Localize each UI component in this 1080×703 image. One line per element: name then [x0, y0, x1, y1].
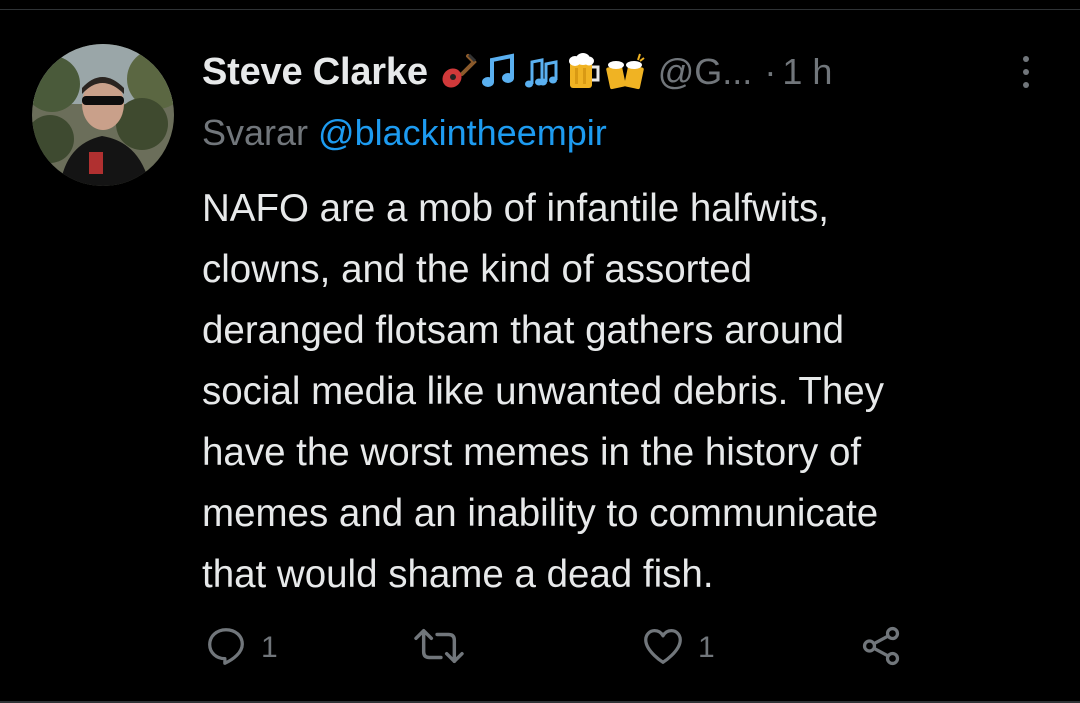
retweet-icon: [412, 623, 466, 674]
name-emojis: [438, 52, 646, 92]
top-divider: [0, 9, 1080, 10]
like-count: 1: [698, 631, 715, 664]
music-notes-icon: [480, 52, 520, 92]
text-line: clowns, and the kind of assorted: [202, 248, 753, 291]
clinking-beers-icon: [606, 52, 646, 92]
text-line: that would shame a dead fish.: [202, 553, 714, 596]
author-handle[interactable]: @G...: [658, 51, 753, 93]
tweet-text: NAFO are a mob of infantile halfwits, cl…: [202, 178, 1062, 605]
author-name[interactable]: Steve Clarke: [202, 51, 428, 94]
like-button[interactable]: 1: [640, 620, 715, 676]
reply-context: Svarar @blackintheempir: [202, 112, 607, 154]
share-button[interactable]: [858, 620, 904, 676]
heart-icon: [640, 623, 686, 674]
share-icon: [858, 623, 904, 674]
text-line: social media like unwanted debris. They: [202, 370, 884, 413]
reply-button[interactable]: 1: [203, 620, 278, 676]
avatar[interactable]: [32, 44, 174, 186]
reply-count: 1: [261, 631, 278, 664]
text-line: have the worst memes in the history of: [202, 431, 862, 474]
action-bar: 1 1: [0, 620, 1080, 676]
retweet-button[interactable]: [412, 620, 478, 676]
music-notes-icon: [522, 52, 562, 92]
tweet-header: Steve Clarke @G... · 1 h: [202, 46, 832, 98]
reply-icon: [203, 623, 249, 674]
text-line: NAFO are a mob of infantile halfwits,: [202, 187, 829, 230]
timestamp[interactable]: 1 h: [782, 51, 832, 93]
guitar-icon: [438, 52, 478, 92]
text-line: memes and an inability to communicate: [202, 492, 879, 535]
text-line: deranged flotsam that gathers around: [202, 309, 845, 352]
tweet[interactable]: Steve Clarke @G... · 1 h Svarar @blackin…: [0, 0, 1080, 703]
reply-prefix: Svarar: [202, 112, 309, 153]
separator-dot: ·: [764, 51, 777, 92]
reply-mention-link[interactable]: @blackintheempir: [318, 112, 607, 153]
beer-mug-icon: [564, 52, 604, 92]
more-options-icon[interactable]: [1014, 52, 1038, 92]
